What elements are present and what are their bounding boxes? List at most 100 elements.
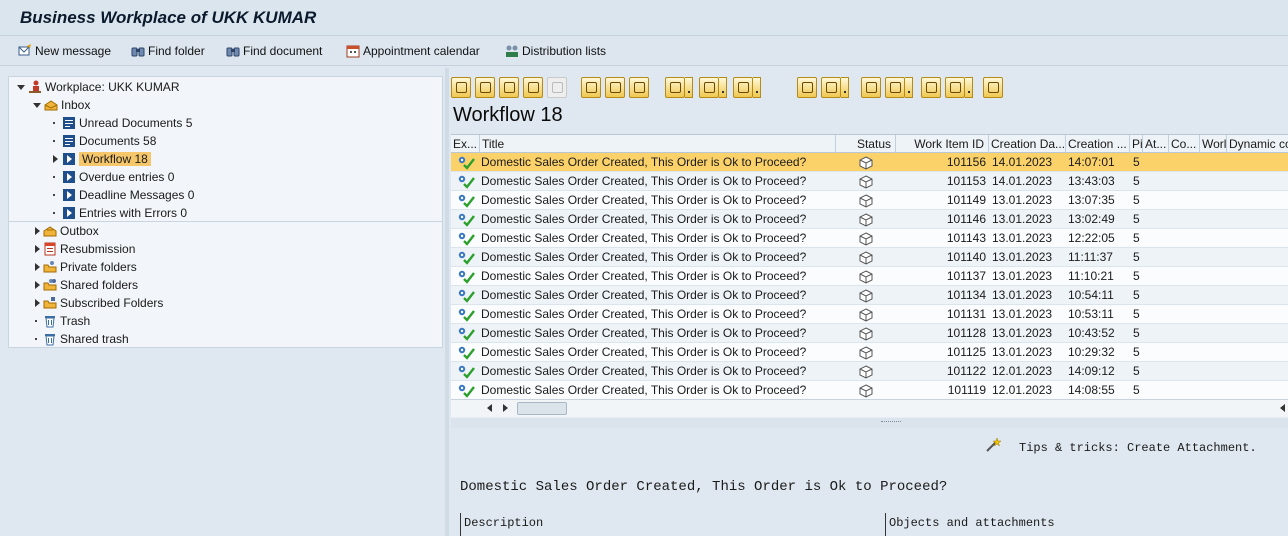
new-message-button[interactable]: New message	[18, 42, 111, 60]
horizontal-splitter[interactable]	[451, 418, 1288, 428]
expand-arrow-icon[interactable]	[17, 84, 25, 90]
tree-node-documents[interactable]: Documents 58	[53, 132, 156, 150]
tree-node-unread-documents[interactable]: Unread Documents 5	[53, 114, 192, 132]
tree-node-inbox[interactable]: Inbox	[33, 96, 90, 114]
row-title[interactable]: Domestic Sales Order Created, This Order…	[481, 248, 836, 267]
delete-button[interactable]	[821, 77, 841, 98]
refresh-button[interactable]	[451, 77, 471, 98]
column-header-comments[interactable]: Co...	[1169, 135, 1200, 153]
table-row[interactable]: Domestic Sales Order Created, This Order…	[451, 362, 1288, 381]
tips-and-tricks[interactable]: Tips & tricks: Create Attachment.	[1019, 441, 1257, 455]
view-button[interactable]	[733, 77, 753, 98]
table-row[interactable]: Domestic Sales Order Created, This Order…	[451, 248, 1288, 267]
notes-button[interactable]	[629, 77, 649, 98]
row-title[interactable]: Domestic Sales Order Created, This Order…	[481, 229, 836, 248]
column-header-dynamic[interactable]: Dynamic co	[1227, 135, 1288, 153]
forward-button[interactable]	[499, 77, 519, 98]
tree-node-entries-with-errors[interactable]: Entries with Errors 0	[53, 204, 187, 222]
expand-arrow-icon[interactable]	[33, 102, 41, 108]
tree-node-shared-folders[interactable]: Shared folders	[35, 276, 138, 294]
search-button[interactable]	[983, 77, 1003, 98]
row-title[interactable]: Domestic Sales Order Created, This Order…	[481, 210, 836, 229]
table-row[interactable]: Domestic Sales Order Created, This Order…	[451, 286, 1288, 305]
status-box-icon	[859, 346, 873, 360]
view-dropdown[interactable]	[753, 77, 761, 98]
table-row[interactable]: Domestic Sales Order Created, This Order…	[451, 172, 1288, 191]
table-row[interactable]: Domestic Sales Order Created, This Order…	[451, 210, 1288, 229]
row-title[interactable]: Domestic Sales Order Created, This Order…	[481, 362, 836, 381]
tree-node-overdue-entries[interactable]: Overdue entries 0	[53, 168, 174, 186]
row-work-item-id: 101131	[946, 307, 986, 321]
tree-node-outbox[interactable]: Outbox	[35, 222, 99, 240]
workflow-icon	[62, 188, 76, 202]
tree-node-resubmission[interactable]: Resubmission	[35, 240, 135, 258]
add-dropdown[interactable]	[719, 77, 727, 98]
row-title[interactable]: Domestic Sales Order Created, This Order…	[481, 324, 836, 343]
find-folder-button[interactable]: Find folder	[131, 42, 205, 60]
tree-node-workflow[interactable]: Workflow 18	[53, 150, 151, 168]
expand-arrow-icon[interactable]	[35, 281, 40, 289]
table-row[interactable]: Domestic Sales Order Created, This Order…	[451, 191, 1288, 210]
expand-arrow-icon[interactable]	[53, 155, 58, 163]
tree-node-subscribed-folders[interactable]: Subscribed Folders	[35, 294, 163, 312]
row-title[interactable]: Domestic Sales Order Created, This Order…	[481, 381, 836, 400]
column-header-priority[interactable]: Pi	[1130, 135, 1143, 153]
scroll-end-icon[interactable]	[1280, 404, 1285, 412]
table-row[interactable]: Domestic Sales Order Created, This Order…	[451, 343, 1288, 362]
tree-node-private-folders[interactable]: Private folders	[35, 258, 137, 276]
row-title[interactable]: Domestic Sales Order Created, This Order…	[481, 286, 836, 305]
distribution-lists-button[interactable]: Distribution lists	[505, 42, 606, 60]
column-header-work-item-id[interactable]: Work Item ID	[896, 135, 989, 153]
row-title[interactable]: Domestic Sales Order Created, This Order…	[481, 172, 836, 191]
reserve-button[interactable]	[523, 77, 543, 98]
print-dropdown[interactable]	[685, 77, 693, 98]
print-list-button[interactable]	[797, 77, 817, 98]
execute-button[interactable]	[475, 77, 495, 98]
tree-node-trash[interactable]: Trash	[35, 312, 90, 330]
status-box-icon	[859, 327, 873, 341]
table-row[interactable]: Domestic Sales Order Created, This Order…	[451, 229, 1288, 248]
details-button[interactable]	[581, 77, 601, 98]
sort-button[interactable]	[605, 77, 625, 98]
table-row[interactable]: Domestic Sales Order Created, This Order…	[451, 153, 1288, 172]
row-title[interactable]: Domestic Sales Order Created, This Order…	[481, 267, 836, 286]
find-document-button[interactable]: Find document	[226, 42, 322, 60]
table-row[interactable]: Domestic Sales Order Created, This Order…	[451, 305, 1288, 324]
appointment-calendar-button[interactable]: Appointment calendar	[346, 42, 480, 60]
add-button[interactable]	[699, 77, 719, 98]
tree-node-workplace[interactable]: Workplace: UKK KUMAR	[17, 78, 179, 96]
table-row[interactable]: Domestic Sales Order Created, This Order…	[451, 381, 1288, 400]
expand-arrow-icon[interactable]	[35, 263, 40, 271]
row-title[interactable]: Domestic Sales Order Created, This Order…	[481, 305, 836, 324]
expand-arrow-icon[interactable]	[35, 245, 40, 253]
layout-dropdown[interactable]	[905, 77, 913, 98]
column-header-creation-time[interactable]: Creation ...	[1066, 135, 1130, 153]
column-header-workflow[interactable]: Worl	[1200, 135, 1227, 153]
column-header-creation-date[interactable]: Creation Da...	[989, 135, 1066, 153]
expand-arrow-icon[interactable]	[35, 227, 40, 235]
table-row[interactable]: Domestic Sales Order Created, This Order…	[451, 324, 1288, 343]
tree-node-deadline-messages[interactable]: Deadline Messages 0	[53, 186, 194, 204]
vertical-splitter[interactable]	[445, 68, 449, 536]
expand-arrow-icon[interactable]	[35, 299, 40, 307]
row-title[interactable]: Domestic Sales Order Created, This Order…	[481, 191, 836, 210]
column-header-title[interactable]: Title	[480, 135, 836, 153]
scroll-left-icon[interactable]	[487, 404, 492, 412]
filter-dropdown[interactable]	[965, 77, 973, 98]
scroll-thumb[interactable]	[517, 402, 567, 415]
table-row[interactable]: Domestic Sales Order Created, This Order…	[451, 267, 1288, 286]
sum-button[interactable]	[921, 77, 941, 98]
column-header-exception[interactable]: Ex...	[451, 135, 480, 153]
delete-dropdown[interactable]	[841, 77, 849, 98]
horizontal-scrollbar[interactable]	[451, 399, 1288, 417]
column-header-status[interactable]: Status	[836, 135, 896, 153]
find-button[interactable]	[861, 77, 881, 98]
print-button[interactable]	[665, 77, 685, 98]
layout-button[interactable]	[885, 77, 905, 98]
row-title[interactable]: Domestic Sales Order Created, This Order…	[481, 343, 836, 362]
filter-button[interactable]	[945, 77, 965, 98]
row-title[interactable]: Domestic Sales Order Created, This Order…	[481, 153, 836, 172]
column-header-attachments[interactable]: At...	[1143, 135, 1169, 153]
scroll-right-icon[interactable]	[503, 404, 508, 412]
tree-node-shared-trash[interactable]: Shared trash	[35, 330, 129, 348]
